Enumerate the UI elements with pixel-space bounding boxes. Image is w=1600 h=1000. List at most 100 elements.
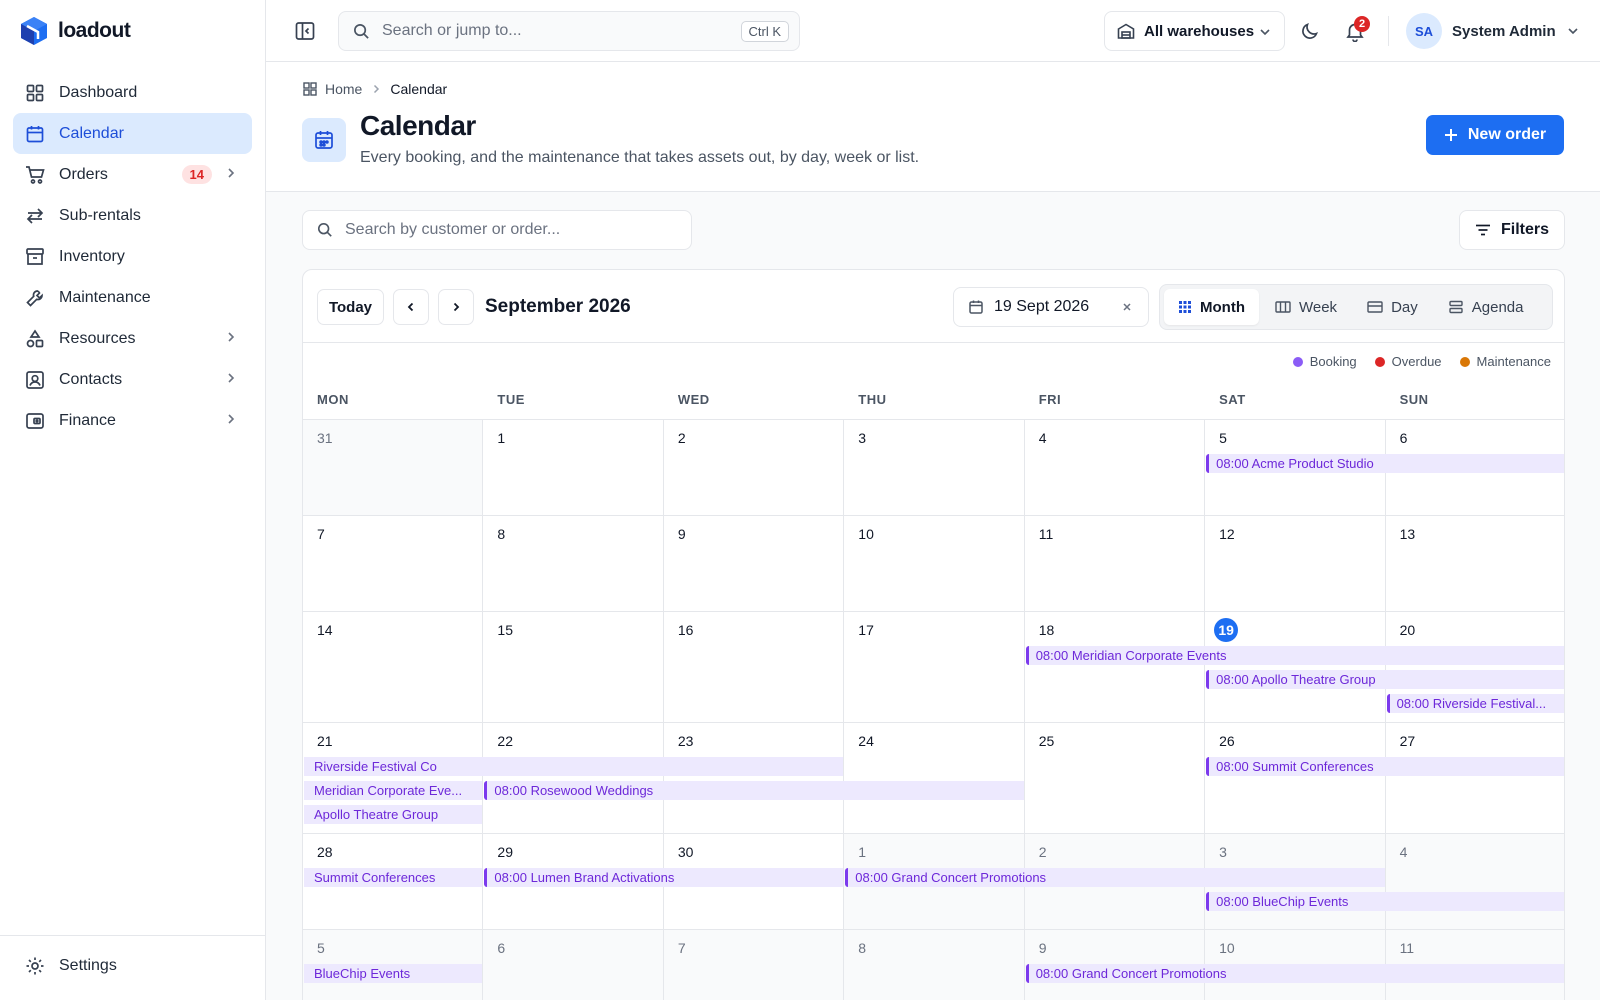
day-cell[interactable]: 26 [1205,723,1386,833]
calendar-event[interactable]: 08:00 Meridian Corporate Events [1025,646,1564,665]
calendar-event[interactable]: 08:00 Acme Product Studio [1206,454,1564,473]
calendar-event[interactable]: 08:00 Lumen Brand Activations [484,868,844,887]
day-cell[interactable]: 7 [663,930,845,1000]
user-menu[interactable]: SA System Admin [1406,13,1580,49]
day-cell[interactable]: 27 [1386,723,1564,833]
day-cell-today[interactable]: 19 [1205,612,1386,722]
sidebar-item-sub-rentals[interactable]: Sub-rentals [13,195,252,236]
day-cell[interactable]: 22 [483,723,664,833]
calendar-content: Search by customer or order... Filters T… [266,192,1600,1000]
sidebar-item-inventory[interactable]: Inventory [13,236,252,277]
legend-label: Overdue [1391,354,1442,369]
legend-dot [1374,356,1385,367]
day-number: 21 [317,733,333,749]
calendar-event[interactable]: BlueChip Events [304,964,483,983]
calendar-event[interactable]: Riverside Festival Co [304,757,844,776]
settings-label: Settings [59,957,117,974]
day-cell[interactable]: 13 [1386,516,1564,611]
day-cell[interactable]: 18 [1025,612,1206,722]
sidebar-item-dashboard[interactable]: Dashboard [13,72,252,113]
calendar-event[interactable]: 08:00 Grand Concert Promotions [845,868,1385,887]
warehouse-select[interactable]: All warehouses [1104,11,1285,51]
sidebar-item-maintenance[interactable]: Maintenance [13,277,252,318]
today-button[interactable]: Today [317,289,384,325]
day-cell[interactable]: 9 [664,516,845,611]
day-cell[interactable]: 7 [303,516,484,611]
day-cell[interactable]: 1 [483,420,664,515]
app-logo[interactable]: loadout [20,16,131,46]
customer-search-input[interactable]: Search by customer or order... [302,210,692,250]
view-month-button[interactable]: Month [1164,289,1259,325]
day-number: 9 [677,526,686,542]
calendar-event[interactable]: 08:00 Apollo Theatre Group [1206,670,1564,689]
day-number: 6 [497,940,506,956]
weekday-label: SUN [1399,392,1429,407]
day-cell[interactable]: 8 [844,930,1025,1000]
filters-button[interactable]: Filters [1459,210,1565,250]
day-cell[interactable]: 14 [303,612,484,722]
weekday-label: MON [317,392,349,407]
sidebar-item-settings[interactable]: Settings [25,956,117,976]
sidebar-item-resources[interactable]: Resources [13,318,252,359]
day-cell[interactable]: 16 [664,612,845,722]
sidebar-toggle-icon[interactable] [294,20,316,42]
day-cell[interactable]: 24 [844,723,1025,833]
day-number: 12 [1219,526,1235,542]
breadcrumb-home[interactable]: Home [325,81,362,97]
day-cell[interactable]: 10 [844,516,1025,611]
day-number: 5 [1219,430,1227,446]
calendar-panel: Today September 2026 19 Sept 2026 Month [302,269,1565,1000]
view-agenda-button[interactable]: Agenda [1434,289,1538,325]
calendar-event[interactable]: Summit Conferences [304,868,483,887]
view-week-button[interactable]: Week [1261,289,1351,325]
day-number: 3 [858,430,867,446]
sidebar-item-contacts[interactable]: Contacts [13,359,252,400]
calendar-event[interactable]: Apollo Theatre Group [304,805,483,824]
page-title: Calendar [360,110,476,141]
next-month-button[interactable] [438,289,474,325]
week-row: 5 6 7 8 9 10 11 BlueChip Events 08:00 Grand Conc… [303,930,1564,1000]
day-cell[interactable]: 12 [1205,516,1386,611]
day-cell[interactable]: 15 [483,612,664,722]
new-order-button[interactable]: New order [1426,115,1564,155]
date-picker-input[interactable]: 19 Sept 2026 [953,287,1149,327]
global-search-input[interactable]: Search or jump to... Ctrl K [338,11,800,51]
day-cell[interactable]: 31 [303,420,484,515]
day-cell[interactable]: 8 [483,516,664,611]
day-cell[interactable]: 23 [664,723,845,833]
day-cell[interactable]: 2 [664,420,845,515]
moon-icon[interactable] [1299,20,1321,42]
calendar-event[interactable]: 08:00 Riverside Festival... [1386,694,1564,713]
view-day-button[interactable]: Day [1353,289,1432,325]
day-number: 10 [1219,940,1235,956]
week-row: 31 1 2 3 4 5 6 08:00 Acme Product Studio [303,420,1564,516]
calendar-event[interactable]: Meridian Corporate Eve... [304,781,483,800]
sidebar-item-finance[interactable]: Finance [13,400,252,441]
day-cell[interactable]: 4 [1385,834,1564,929]
day-cell[interactable]: 3 [844,420,1025,515]
day-cell[interactable]: 17 [844,612,1025,722]
customer-search-placeholder: Search by customer or order... [345,221,561,238]
calendar-event[interactable]: 08:00 BlueChip Events [1206,892,1564,911]
calendar-event[interactable]: 08:00 Rosewood Weddings [484,781,1024,800]
sidebar-item-calendar[interactable]: Calendar [13,113,252,154]
shortcut-hint: Ctrl K [740,21,789,42]
day-number: 23 [677,733,694,749]
previous-month-button[interactable] [393,289,429,325]
day-cell[interactable]: 11 [1025,516,1206,611]
day-cell[interactable]: 25 [1025,723,1206,833]
calendar-event[interactable]: 08:00 Grand Concert Promotions [1025,964,1564,983]
new-order-label: New order [1467,126,1547,143]
day-number: 13 [1399,526,1416,542]
day-cell[interactable]: 6 [483,930,664,1000]
close-icon[interactable] [1120,300,1134,314]
chevron-down-icon [1568,28,1578,35]
day-cell[interactable]: 4 [1025,420,1206,515]
day-number: 10 [858,526,874,542]
calendar-event[interactable]: 08:00 Summit Conferences [1206,757,1564,776]
gear-icon [26,957,44,975]
sidebar-item-orders[interactable]: Orders 14 [13,154,252,195]
chevron-right-icon [228,168,235,178]
grid-icon [25,83,45,103]
legend-maintenance: Maintenance [1459,354,1551,369]
